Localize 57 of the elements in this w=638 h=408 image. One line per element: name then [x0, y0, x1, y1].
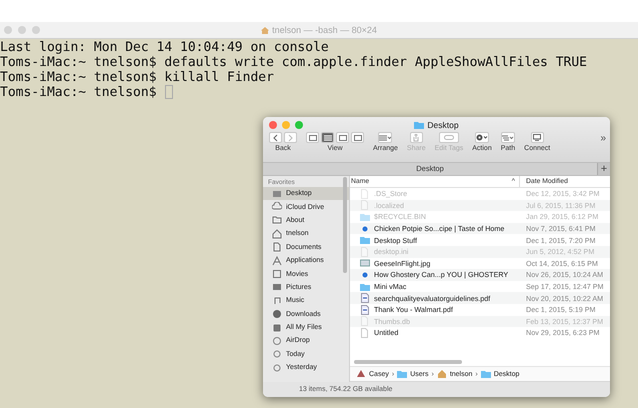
shell-command: killall Finder: [163, 70, 274, 85]
chevron-left-icon: [273, 134, 278, 142]
close-button[interactable]: [4, 26, 12, 34]
path-button[interactable]: [500, 132, 515, 143]
folder-icon: [397, 369, 408, 379]
column-view-button[interactable]: [336, 132, 349, 143]
folder-icon: [360, 282, 370, 292]
shell-prompt: Toms-iMac:~ tnelson$: [0, 85, 157, 100]
back-button[interactable]: [269, 132, 282, 143]
list-icon: [324, 134, 332, 140]
overflow-button[interactable]: »: [600, 133, 606, 144]
document-icon: [360, 328, 370, 338]
shell-command: defaults write com.apple.finder AppleShowAllFiles TRUE: [163, 55, 588, 70]
new-tab-button[interactable]: +: [597, 163, 610, 175]
text-cursor: [164, 85, 173, 99]
arrange-button[interactable]: [378, 132, 392, 143]
list-view-button[interactable]: [321, 132, 334, 143]
document-icon: [360, 200, 370, 210]
gallery-view-button[interactable]: [351, 132, 364, 143]
shell-prompt: Toms-iMac:~ tnelson$: [0, 55, 157, 70]
scrollbar[interactable]: [343, 177, 347, 273]
minimize-button[interactable]: [18, 26, 26, 34]
cloud-icon: [272, 202, 282, 212]
folder-icon: [272, 215, 282, 226]
document-icon: [272, 242, 282, 252]
folder-icon: [480, 369, 491, 379]
zoom-button[interactable]: [32, 26, 40, 34]
window-title: Desktop: [427, 120, 459, 130]
connect-button[interactable]: [530, 132, 544, 143]
action-button[interactable]: [475, 132, 489, 143]
folder-icon: [414, 121, 424, 129]
app-icon: [272, 256, 282, 266]
house-icon: [272, 228, 282, 239]
share-button[interactable]: [410, 132, 423, 143]
shell-prompt: Toms-iMac:~ tnelson$: [0, 70, 157, 85]
window-title: tnelson — -bash — 80×24: [272, 25, 377, 35]
close-button[interactable]: [269, 121, 277, 129]
document-icon: [360, 316, 370, 326]
document-icon: [360, 246, 370, 257]
scrollbar[interactable]: [354, 360, 462, 364]
list-icon: [502, 134, 514, 140]
home-icon: [261, 26, 270, 34]
folder-icon: [360, 212, 370, 222]
image-icon: [360, 258, 370, 268]
edit-tags-button[interactable]: [438, 132, 459, 143]
chevron-right-icon: [288, 134, 293, 142]
house-icon: [436, 369, 447, 379]
document-icon: [360, 188, 370, 199]
pdf-icon: [360, 304, 370, 315]
terminal-output: Last login: Mon Dec 14 10:04:49 on console: [0, 40, 329, 55]
pdf-icon: [360, 293, 370, 304]
zoom-button[interactable]: [295, 121, 303, 129]
icon-view-button[interactable]: [306, 132, 319, 143]
minimize-button[interactable]: [282, 121, 290, 129]
tag-icon: [444, 135, 454, 140]
folder-icon: [360, 235, 370, 246]
share-icon: [413, 134, 420, 142]
